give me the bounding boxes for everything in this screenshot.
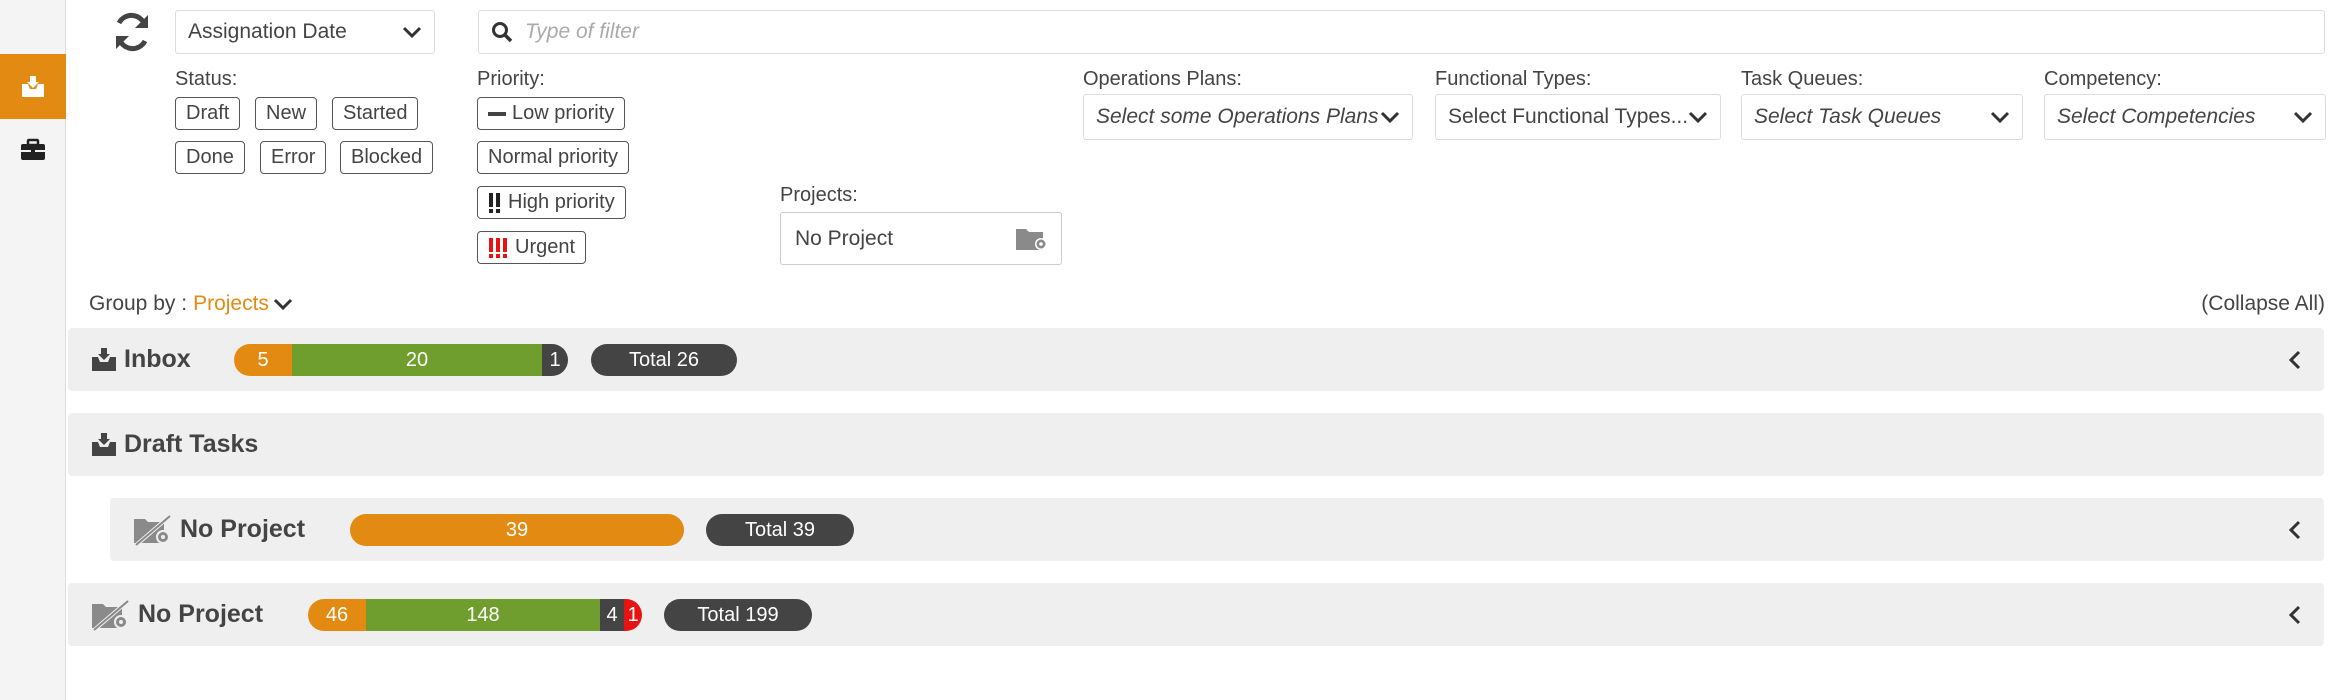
left-sidebar [0, 0, 66, 700]
competency-label: Competency: [2044, 68, 2162, 90]
double-exclamation-icon [488, 192, 502, 214]
briefcase-icon [21, 138, 45, 160]
priority-chip-high[interactable]: High priority [477, 186, 626, 219]
priority-label: Priority: [477, 68, 545, 90]
priority-chip-normal[interactable]: Normal priority [477, 141, 630, 174]
search-icon [492, 22, 513, 43]
group-row-draft-tasks[interactable]: Draft Tasks [68, 413, 2324, 476]
group-row-no-project[interactable]: No Project 46 148 4 1 Total 199 [68, 583, 2324, 646]
functional-types-select[interactable]: Select Functional Types... [1435, 94, 1721, 140]
total-badge: Total 26 [591, 344, 737, 376]
chevron-left-icon[interactable] [2288, 520, 2302, 540]
functional-types-label: Functional Types: [1435, 68, 1592, 90]
operations-plans-label: Operations Plans: [1083, 68, 1242, 90]
operations-plans-placeholder: Select some Operations Plans [1096, 105, 1379, 128]
status-chip-blocked[interactable]: Blocked [340, 141, 434, 174]
priority-chip-low[interactable]: Low priority [477, 97, 626, 130]
competency-placeholder: Select Competencies [2057, 105, 2256, 128]
dash-icon [488, 111, 506, 117]
projects-field[interactable]: No Project [780, 212, 1062, 265]
status-bar: 5 20 1 [234, 344, 568, 376]
status-bar: 46 148 4 1 [308, 599, 642, 631]
status-label: Status: [175, 68, 238, 90]
filter-input[interactable] [525, 20, 2225, 44]
status-chip-done[interactable]: Done [175, 141, 245, 174]
bar-segment-green: 148 [366, 599, 600, 631]
priority-chip-low-label: Low priority [512, 102, 615, 124]
group-title-text: No Project [138, 600, 264, 628]
functional-types-value: Select Functional Types... [1448, 105, 1688, 128]
group-row-inbox[interactable]: Inbox 5 20 1 Total 26 [68, 328, 2324, 391]
bar-segment-dark: 1 [542, 344, 568, 376]
group-title: Draft Tasks [90, 430, 258, 459]
sort-select[interactable]: Assignation Date [175, 10, 435, 54]
folder-settings-icon [1016, 228, 1047, 250]
chevron-down-icon [2293, 111, 2313, 124]
projects-value: No Project [795, 226, 894, 250]
folder-off-icon [90, 597, 132, 632]
sort-select-value: Assignation Date [188, 20, 347, 43]
chevron-left-icon[interactable] [2288, 350, 2302, 370]
bar-segment-red: 1 [624, 599, 642, 631]
projects-label: Projects: [780, 184, 858, 206]
triple-exclamation-icon [488, 237, 509, 259]
status-chip-started[interactable]: Started [332, 97, 419, 130]
chevron-down-icon [1380, 111, 1400, 124]
collapse-all-link[interactable]: (Collapse All) [2201, 292, 2325, 316]
task-queues-placeholder: Select Task Queues [1754, 105, 1942, 128]
priority-chip-urgent-label: Urgent [515, 236, 576, 258]
sidebar-item-inbox[interactable] [0, 54, 66, 119]
group-by-control[interactable]: Group by : Projects [89, 292, 293, 316]
status-bar: 39 [350, 514, 684, 546]
status-chip-new[interactable]: New [255, 97, 318, 130]
priority-chip-high-label: High priority [508, 191, 615, 213]
group-title: No Project [132, 512, 306, 547]
inbox-tray-icon [90, 347, 118, 373]
main-area: Assignation Date Status: Draft New Start… [66, 0, 2346, 700]
group-title: Inbox [90, 345, 191, 374]
total-badge: Total 199 [664, 599, 812, 631]
bar-segment-orange: 46 [308, 599, 366, 631]
chevron-down-icon [1688, 111, 1708, 124]
operations-plans-select[interactable]: Select some Operations Plans [1083, 94, 1413, 140]
inbox-tray-icon [22, 75, 44, 97]
folder-off-icon [132, 512, 174, 547]
refresh-button[interactable] [106, 6, 158, 58]
group-by-label: Group by : [89, 292, 188, 315]
group-title-text: Draft Tasks [124, 430, 259, 458]
total-badge: Total 39 [706, 514, 854, 546]
chevron-down-icon [273, 298, 292, 311]
refresh-icon [116, 12, 148, 52]
bar-segment-green: 20 [292, 344, 542, 376]
inbox-tray-icon [90, 432, 118, 458]
group-row-no-project-nested[interactable]: No Project 39 Total 39 [110, 498, 2324, 561]
group-title: No Project [90, 597, 264, 632]
status-chip-error[interactable]: Error [260, 141, 327, 174]
sidebar-item-briefcase[interactable] [0, 122, 66, 178]
chevron-down-icon [402, 26, 422, 39]
bar-segment-orange: 39 [350, 514, 684, 546]
group-title-text: Inbox [124, 345, 191, 373]
bar-segment-dark: 4 [600, 599, 624, 631]
chevron-down-icon [1990, 111, 2010, 124]
bar-segment-orange: 5 [234, 344, 292, 376]
task-queues-select[interactable]: Select Task Queues [1741, 94, 2023, 140]
chevron-left-icon[interactable] [2288, 605, 2302, 625]
task-queues-label: Task Queues: [1741, 68, 1864, 90]
priority-chip-urgent[interactable]: Urgent [477, 231, 587, 264]
status-chip-draft[interactable]: Draft [175, 97, 241, 130]
group-by-value: Projects [193, 292, 269, 315]
competency-select[interactable]: Select Competencies [2044, 94, 2326, 140]
filter-search-box [478, 10, 2325, 54]
group-title-text: No Project [180, 515, 306, 543]
